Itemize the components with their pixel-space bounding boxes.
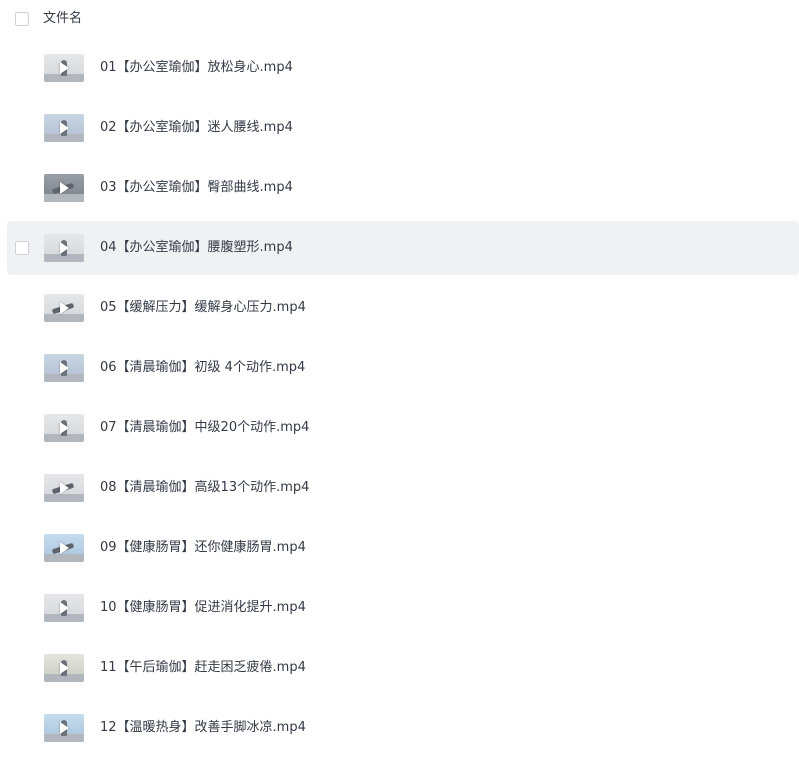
file-row[interactable]: 02【办公室瑜伽】迷人腰线.mp4 xyxy=(0,98,799,158)
video-thumbnail[interactable] xyxy=(44,114,84,142)
video-thumbnail[interactable] xyxy=(44,234,84,262)
row-checkbox[interactable] xyxy=(15,241,29,255)
video-thumbnail[interactable] xyxy=(44,474,84,502)
video-thumbnail[interactable] xyxy=(44,174,84,202)
video-thumbnail[interactable] xyxy=(44,294,84,322)
file-name[interactable]: 04【办公室瑜伽】腰腹塑形.mp4 xyxy=(100,238,293,258)
play-icon xyxy=(60,542,69,554)
file-row[interactable]: 07【清晨瑜伽】中级20个动作.mp4 xyxy=(0,398,799,458)
file-name[interactable]: 11【午后瑜伽】赶走困乏疲倦.mp4 xyxy=(100,658,306,678)
play-icon xyxy=(60,422,69,434)
file-name[interactable]: 01【办公室瑜伽】放松身心.mp4 xyxy=(100,58,293,78)
video-thumbnail[interactable] xyxy=(44,714,84,742)
file-row[interactable]: 06【清晨瑜伽】初级 4个动作.mp4 xyxy=(0,338,799,398)
file-row[interactable]: 12【温暖热身】改善手脚冰凉.mp4 xyxy=(0,698,799,758)
select-all-checkbox[interactable] xyxy=(15,12,29,26)
play-icon xyxy=(60,62,69,74)
file-name[interactable]: 02【办公室瑜伽】迷人腰线.mp4 xyxy=(100,118,293,138)
file-row[interactable]: 10【健康肠胃】促进消化提升.mp4 xyxy=(0,578,799,638)
play-icon xyxy=(60,722,69,734)
thumbnail-floor xyxy=(44,554,84,562)
video-thumbnail[interactable] xyxy=(44,534,84,562)
video-thumbnail[interactable] xyxy=(44,414,84,442)
thumbnail-floor xyxy=(44,494,84,502)
thumbnail-floor xyxy=(44,314,84,322)
play-icon xyxy=(60,602,69,614)
file-list-header: 文件名 xyxy=(0,0,799,38)
file-name[interactable]: 09【健康肠胃】还你健康肠胃.mp4 xyxy=(100,538,306,558)
file-row[interactable]: 09【健康肠胃】还你健康肠胃.mp4 xyxy=(0,518,799,578)
video-thumbnail[interactable] xyxy=(44,594,84,622)
play-icon xyxy=(60,242,69,254)
file-name[interactable]: 05【缓解压力】缓解身心压力.mp4 xyxy=(100,298,306,318)
file-name[interactable]: 10【健康肠胃】促进消化提升.mp4 xyxy=(100,598,306,618)
file-name[interactable]: 07【清晨瑜伽】中级20个动作.mp4 xyxy=(100,418,309,438)
file-row[interactable]: 05【缓解压力】缓解身心压力.mp4 xyxy=(0,278,799,338)
play-icon xyxy=(60,122,69,134)
file-row[interactable]: 01【办公室瑜伽】放松身心.mp4 xyxy=(0,38,799,98)
play-icon xyxy=(60,662,69,674)
play-icon xyxy=(60,302,69,314)
play-icon xyxy=(60,182,69,194)
file-row[interactable]: 04【办公室瑜伽】腰腹塑形.mp4 xyxy=(0,218,799,278)
play-icon xyxy=(60,482,69,494)
video-thumbnail[interactable] xyxy=(44,54,84,82)
play-icon xyxy=(60,362,69,374)
thumbnail-floor xyxy=(44,194,84,202)
video-thumbnail[interactable] xyxy=(44,354,84,382)
file-row[interactable]: 08【清晨瑜伽】高级13个动作.mp4 xyxy=(0,458,799,518)
video-thumbnail[interactable] xyxy=(44,654,84,682)
file-row[interactable]: 03【办公室瑜伽】臀部曲线.mp4 xyxy=(0,158,799,218)
filename-column-header[interactable]: 文件名 xyxy=(43,10,82,28)
file-list: 01【办公室瑜伽】放松身心.mp4 02【办公室瑜伽】迷人腰线.mp4 03【办公室… xyxy=(0,38,799,758)
file-name[interactable]: 08【清晨瑜伽】高级13个动作.mp4 xyxy=(100,478,309,498)
file-row[interactable]: 11【午后瑜伽】赶走困乏疲倦.mp4 xyxy=(0,638,799,698)
file-name[interactable]: 06【清晨瑜伽】初级 4个动作.mp4 xyxy=(100,358,305,378)
file-name[interactable]: 12【温暖热身】改善手脚冰凉.mp4 xyxy=(100,718,306,738)
file-name[interactable]: 03【办公室瑜伽】臀部曲线.mp4 xyxy=(100,178,293,198)
